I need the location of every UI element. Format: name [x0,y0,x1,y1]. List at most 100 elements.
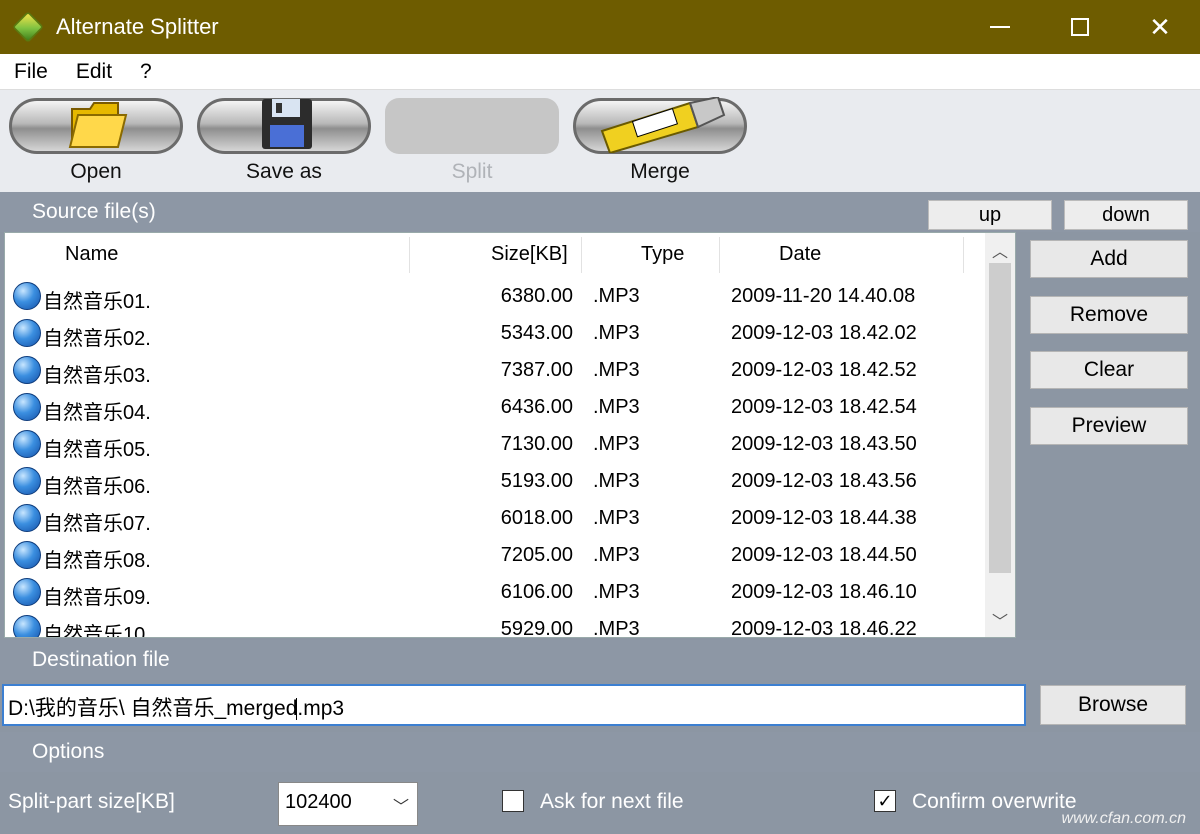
minimize-icon [990,26,1010,28]
menu-help[interactable]: ? [126,60,166,84]
cell-type: .MP3 [593,544,640,566]
merge-pill [573,97,747,154]
cell-date: 2009-12-03 18.46.22 [731,618,917,638]
cell-date: 2009-11-20 14.40.08 [731,285,916,307]
maximize-button[interactable] [1040,0,1120,54]
audio-file-icon [13,504,41,532]
audio-file-icon [13,430,41,458]
list-scrollbar[interactable]: ︿ ﹀ [985,233,1015,637]
destination-title: Destination file [32,648,170,671]
app-logo-icon [12,11,44,43]
cell-size: 6436.00 [500,396,573,418]
table-row[interactable]: 自然音乐03. 7387.00 .MP3 2009-12-03 18.42.52 [5,353,985,390]
table-row[interactable]: 自然音乐02. 5343.00 .MP3 2009-12-03 18.42.02 [5,316,985,353]
split-size-value: 102400 [285,791,352,813]
chevron-down-icon: ﹀ [392,799,409,816]
cell-size: 6380.00 [500,285,573,307]
scroll-up-icon[interactable]: ︿ [985,237,1015,263]
glue-tube-icon [600,97,726,153]
cell-date: 2009-12-03 18.42.54 [731,396,917,418]
cell-type: .MP3 [593,507,640,529]
window-controls: ✕ [960,0,1200,54]
table-row[interactable]: 自然音乐07. 6018.00 .MP3 2009-12-03 18.44.38 [5,501,985,538]
merge-label: Merge [630,160,690,183]
destination-file-input[interactable]: D:\我的音乐\ 自然音乐_merged.mp3 [2,684,1026,726]
cell-date: 2009-12-03 18.43.56 [731,470,917,492]
options-header: Options [0,732,1200,772]
add-button[interactable]: Add [1030,240,1188,278]
split-button[interactable]: Split [384,98,560,188]
audio-file-icon [13,578,41,606]
save-as-pill [197,98,371,154]
cell-date: 2009-12-03 18.43.50 [731,433,917,455]
column-header-date[interactable]: Date [779,243,821,266]
cell-size: 6018.00 [500,507,573,529]
cell-date: 2009-12-03 18.42.52 [731,359,917,381]
destination-header: Destination file [0,640,1200,680]
cell-name: 自然音乐02. [43,328,151,350]
scroll-down-icon[interactable]: ﹀ [985,607,1015,633]
menu-edit[interactable]: Edit [62,60,126,84]
cell-name: 自然音乐07. [43,513,151,535]
cell-name: 自然音乐06. [43,476,151,498]
column-header-name[interactable]: Name [65,243,118,266]
checkmark-icon: ✓ [877,791,893,811]
audio-file-icon [13,282,41,310]
cell-size: 7130.00 [500,433,573,455]
cell-size: 7387.00 [500,359,573,381]
table-row[interactable]: 自然音乐10. 5929.00 .MP3 2009-12-03 18.46.22 [5,612,985,638]
audio-file-icon [13,319,41,347]
preview-button[interactable]: Preview [1030,407,1188,445]
scroll-thumb[interactable] [989,263,1011,573]
confirm-overwrite-checkbox[interactable]: ✓ [874,790,896,812]
ask-next-file-checkbox[interactable] [502,790,524,812]
audio-file-icon [13,393,41,421]
close-button[interactable]: ✕ [1120,0,1200,54]
source-file-list[interactable]: Name Size[KB] Type Date 自然音乐01. 6380.00 .M… [4,232,1016,638]
cell-name: 自然音乐03. [43,365,151,387]
column-header-size[interactable]: Size[KB] [491,243,568,266]
table-row[interactable]: 自然音乐01. 6380.00 .MP3 2009-11-20 14.40.08 [5,279,985,316]
cell-type: .MP3 [593,322,640,344]
remove-button[interactable]: Remove [1030,296,1188,334]
cell-type: .MP3 [593,359,640,381]
close-icon: ✕ [1149,11,1171,42]
open-button[interactable]: Open [8,98,184,188]
window-title: Alternate Splitter [56,14,219,39]
cell-date: 2009-12-03 18.44.50 [731,544,917,566]
menu-bar: File Edit ? [0,54,1200,90]
table-row[interactable]: 自然音乐08. 7205.00 .MP3 2009-12-03 18.44.50 [5,538,985,575]
move-down-button[interactable]: down [1064,200,1188,230]
toolbar: Open Save as Split Merge [0,90,1200,192]
table-row[interactable]: 自然音乐09. 6106.00 .MP3 2009-12-03 18.46.10 [5,575,985,612]
cell-type: .MP3 [593,433,640,455]
options-title: Options [32,740,105,763]
split-label: Split [451,160,493,183]
cell-type: .MP3 [593,396,640,418]
open-pill [9,98,183,154]
save-as-button[interactable]: Save as [196,98,372,188]
title-bar: Alternate Splitter ✕ [0,0,1200,54]
table-row[interactable]: 自然音乐04. 6436.00 .MP3 2009-12-03 18.42.54 [5,390,985,427]
split-pill [385,98,559,154]
open-label: Open [70,160,122,183]
column-header-type[interactable]: Type [641,243,684,266]
table-row[interactable]: 自然音乐06. 5193.00 .MP3 2009-12-03 18.43.56 [5,464,985,501]
save-as-label: Save as [246,160,322,183]
confirm-overwrite-label: Confirm overwrite [912,790,1077,813]
cell-date: 2009-12-03 18.46.10 [731,581,917,603]
cell-name: 自然音乐01. [43,291,151,313]
destination-path-text: D:\我的音乐\ 自然音乐_merged [8,697,298,720]
minimize-button[interactable] [960,0,1040,54]
cell-type: .MP3 [593,618,640,638]
merge-button[interactable]: Merge [572,97,748,188]
cell-date: 2009-12-03 18.42.02 [731,322,917,344]
browse-button[interactable]: Browse [1040,685,1186,725]
table-row[interactable]: 自然音乐05. 7130.00 .MP3 2009-12-03 18.43.50 [5,427,985,464]
cell-size: 5343.00 [500,322,573,344]
clear-button[interactable]: Clear [1030,351,1188,389]
move-up-button[interactable]: up [928,200,1052,230]
cell-name: 自然音乐09. [43,587,151,609]
split-size-select[interactable]: 102400 ﹀ [278,782,418,826]
menu-file[interactable]: File [0,60,62,84]
